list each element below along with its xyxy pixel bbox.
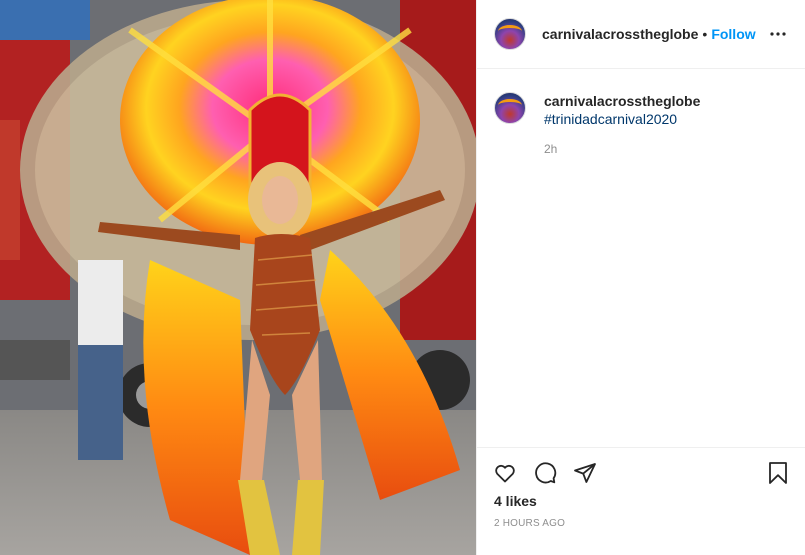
- post-caption: carnivalacrosstheglobe #trinidadcarnival…: [494, 92, 790, 156]
- caption-avatar-icon[interactable]: [494, 92, 526, 124]
- caption-relative-time[interactable]: 2h: [544, 142, 700, 156]
- post-details-panel: carnivalacrosstheglobe • Follow carnival…: [476, 0, 805, 555]
- heart-icon[interactable]: [493, 461, 517, 485]
- header-username[interactable]: carnivalacrosstheglobe: [542, 26, 698, 42]
- bookmark-icon[interactable]: [766, 461, 790, 485]
- action-bar: [477, 447, 805, 497]
- comment-icon[interactable]: [533, 461, 557, 485]
- more-options-icon[interactable]: [766, 22, 790, 46]
- share-icon[interactable]: [573, 461, 597, 485]
- profile-avatar-icon[interactable]: [494, 18, 526, 50]
- post-photo[interactable]: [0, 0, 476, 555]
- carnival-dancer-image: [0, 0, 476, 555]
- caption-hashtag-link[interactable]: #trinidadcarnival2020: [544, 110, 700, 128]
- caption-body: carnivalacrosstheglobe #trinidadcarnival…: [544, 92, 700, 156]
- follow-button[interactable]: Follow: [711, 26, 755, 42]
- likes-count[interactable]: 4 likes: [494, 493, 537, 509]
- caption-username[interactable]: carnivalacrosstheglobe: [544, 92, 700, 110]
- post-timestamp: 2 HOURS AGO: [494, 518, 566, 529]
- instagram-post-modal: carnivalacrosstheglobe • Follow carnival…: [0, 0, 805, 555]
- post-header: carnivalacrosstheglobe • Follow: [477, 0, 805, 69]
- separator-dot: •: [702, 26, 708, 42]
